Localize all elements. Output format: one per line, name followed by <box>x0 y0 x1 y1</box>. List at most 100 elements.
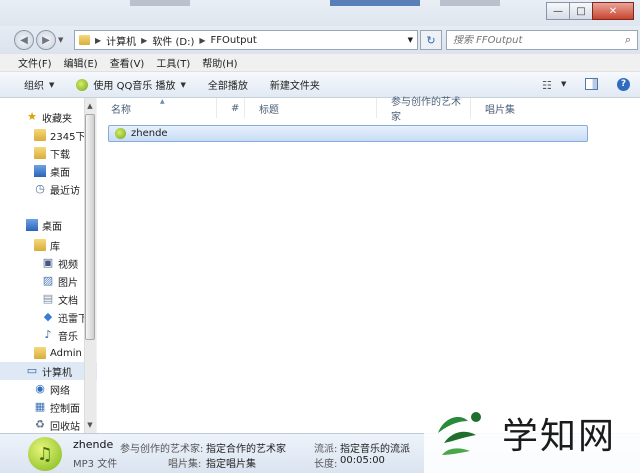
watermark: 学知网 <box>424 393 640 473</box>
network-icon: ◉ <box>35 382 45 395</box>
chevron-down-icon: ▼ <box>49 80 55 89</box>
menu-tools[interactable]: 工具(T) <box>156 55 190 70</box>
menu-bar: 文件(F) 编辑(E) 查看(V) 工具(T) 帮助(H) <box>0 54 640 72</box>
library-icon <box>34 239 46 251</box>
nav-item-label: 最近访 <box>50 185 80 197</box>
folder-icon <box>79 35 90 45</box>
search-icon[interactable]: ⌕ <box>625 33 631 47</box>
breadcrumb-computer[interactable]: 计算机 <box>106 33 136 48</box>
nav-scrollbar-thumb[interactable] <box>85 114 95 340</box>
document-icon: ▤ <box>42 292 54 305</box>
new-folder-button[interactable]: 新建文件夹 <box>270 77 320 92</box>
nav-item-label: 网络 <box>50 385 70 397</box>
breadcrumb-separator-icon: ▶ <box>141 35 148 45</box>
xunlei-icon: ◆ <box>43 310 53 323</box>
details-length-label: 长度: <box>314 459 338 470</box>
title-bar <box>0 0 640 26</box>
organize-label: 组织 <box>24 81 44 92</box>
nav-item-label: 库 <box>50 241 60 253</box>
preview-pane-icon[interactable] <box>585 78 598 90</box>
column-header-label: 标题 <box>259 104 279 116</box>
file-row[interactable]: zhende <box>108 125 588 142</box>
nav-item-label: 收藏夹 <box>42 113 72 125</box>
computer-icon: ▭ <box>26 364 38 377</box>
file-name: zhende <box>131 128 168 139</box>
play-all-label: 全部播放 <box>207 81 248 92</box>
control-panel-icon: ▦ <box>34 400 46 413</box>
refresh-icon: ↻ <box>426 33 436 47</box>
minimize-button[interactable]: — <box>546 2 570 20</box>
details-artist-value[interactable]: 指定合作的艺术家 <box>206 440 286 455</box>
star-icon: ★ <box>27 110 37 123</box>
play-with-label: 使用 QQ音乐 播放 <box>93 81 176 92</box>
view-options-dropdown[interactable]: ▼ <box>561 80 566 88</box>
search-box[interactable]: ⌕ <box>446 30 638 50</box>
address-dropdown-icon[interactable]: ▼ <box>408 36 413 44</box>
column-header-number[interactable]: # <box>217 98 245 118</box>
close-button[interactable]: ✕ <box>592 2 634 20</box>
breadcrumb-separator-icon: ▶ <box>95 35 102 45</box>
play-all-button[interactable]: 全部播放 <box>208 77 248 92</box>
nav-item-label: 2345下 <box>50 131 86 143</box>
column-header-label: 唱片集 <box>485 104 515 116</box>
column-header-title[interactable]: 标题 <box>245 98 377 118</box>
recent-pages-dropdown[interactable]: ▼ <box>58 36 63 44</box>
column-header-label: 名称 <box>111 104 131 116</box>
desktop-icon <box>34 165 46 177</box>
nav-item-label: 回收站 <box>50 421 80 433</box>
organize-button[interactable]: 组织 ▼ <box>24 77 55 93</box>
nav-item-label: 文档 <box>58 295 78 307</box>
nav-item-label: 图片 <box>58 277 78 289</box>
maximize-button[interactable]: □ <box>569 2 593 20</box>
breadcrumb-drive[interactable]: 软件 (D:) <box>152 33 194 48</box>
picture-icon: ▨ <box>42 274 54 287</box>
desktop-icon <box>26 219 38 231</box>
menu-file[interactable]: 文件(F) <box>18 55 52 70</box>
scroll-up-icon[interactable]: ▲ <box>84 99 96 113</box>
breadcrumb-separator-icon: ▶ <box>199 35 206 45</box>
refresh-button[interactable]: ↻ <box>420 30 442 50</box>
forward-button[interactable]: ▶ <box>36 30 56 50</box>
address-bar[interactable]: ▶ 计算机 ▶ 软件 (D:) ▶ FFOutput ▼ <box>74 30 418 50</box>
details-album-value[interactable]: 指定唱片集 <box>206 455 256 470</box>
details-file-name: zhende <box>73 438 114 451</box>
download-folder-icon <box>34 147 46 159</box>
folder-icon <box>34 129 46 141</box>
chevron-down-icon: ▼ <box>180 80 186 89</box>
menu-view[interactable]: 查看(V) <box>110 55 145 70</box>
window-controls: — □ ✕ <box>546 2 634 20</box>
column-header-name[interactable]: 名称 <box>97 98 217 118</box>
nav-item-label: 计算机 <box>42 367 72 379</box>
play-with-button[interactable]: 使用 QQ音乐 播放 ▼ <box>76 77 186 92</box>
background-window-strip <box>330 0 420 6</box>
file-list <box>97 98 640 433</box>
back-arrow-icon: ◀ <box>20 34 28 46</box>
nav-item-label: 音乐 <box>58 331 78 343</box>
details-file-type: MP3 文件 <box>73 459 118 470</box>
scroll-down-icon[interactable]: ▼ <box>84 418 96 432</box>
background-window-strip <box>130 0 190 6</box>
mp3-file-icon <box>115 128 126 139</box>
nav-item-label: 桌面 <box>50 167 70 179</box>
user-folder-icon <box>34 347 46 359</box>
leaf-logo-icon <box>434 407 486 459</box>
menu-edit[interactable]: 编辑(E) <box>64 55 98 70</box>
help-icon[interactable]: ? <box>617 78 630 91</box>
nav-item-label: 下载 <box>50 149 70 161</box>
music-icon: ♪ <box>44 328 52 341</box>
new-folder-label: 新建文件夹 <box>269 81 320 92</box>
column-header-album[interactable]: 唱片集 <box>471 98 591 118</box>
leaf-logo-graphic <box>438 412 481 455</box>
column-header-artist[interactable]: 参与创作的艺术家 <box>377 97 471 123</box>
nav-item-label: 控制面 <box>50 403 80 415</box>
back-button[interactable]: ◀ <box>14 30 34 50</box>
nav-item-label: 视频 <box>58 259 78 271</box>
music-note-icon: ♫ <box>28 437 62 471</box>
details-genre-value[interactable]: 指定音乐的流派 <box>340 440 410 455</box>
menu-help[interactable]: 帮助(H) <box>202 55 237 70</box>
search-input[interactable] <box>453 34 613 46</box>
breadcrumb-folder[interactable]: FFOutput <box>211 35 257 46</box>
nav-item-label: Admin <box>50 347 82 359</box>
view-options-icon[interactable]: ☷ <box>542 79 552 92</box>
watermark-text: 学知网 <box>502 416 617 457</box>
